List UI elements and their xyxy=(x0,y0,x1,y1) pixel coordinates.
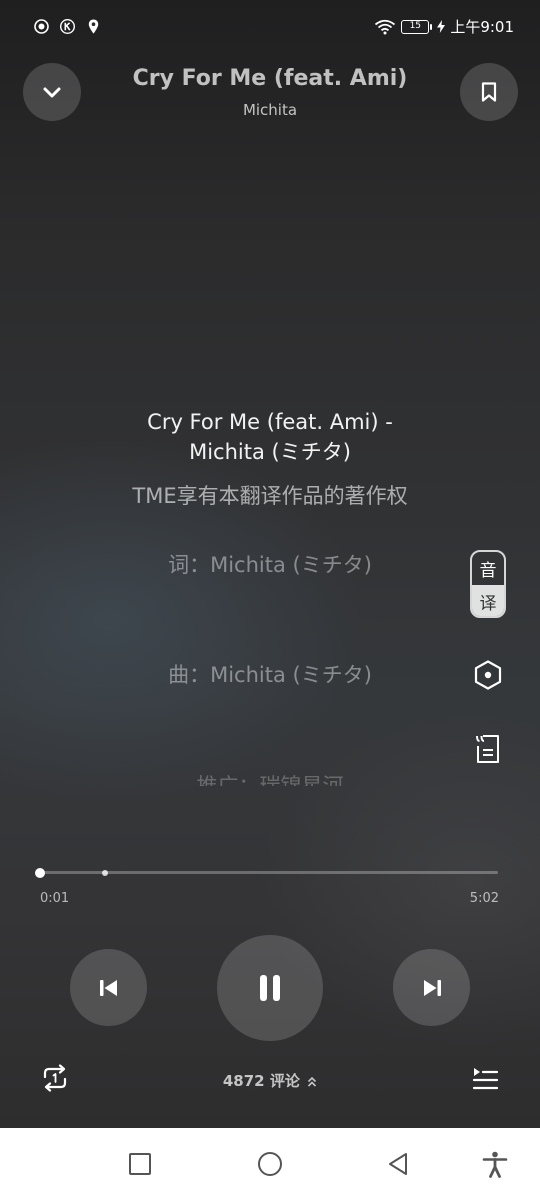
next-icon xyxy=(423,979,441,996)
lyric-copyright: TME享有本翻译作品的著作权 xyxy=(132,484,408,508)
song-title: Cry For Me (feat. Ami) xyxy=(132,66,408,91)
previous-button[interactable] xyxy=(70,949,147,1026)
lyric-current-line-1: Cry For Me (feat. Ami) - xyxy=(147,410,393,434)
back-button[interactable] xyxy=(384,1150,412,1178)
progress-knob[interactable] xyxy=(35,868,45,878)
comments-count: 4872 xyxy=(222,1072,265,1090)
accessibility-button[interactable] xyxy=(481,1150,509,1178)
bookmark-button[interactable] xyxy=(460,63,518,121)
elapsed-time: 0:01 xyxy=(40,891,70,906)
play-pause-button[interactable] xyxy=(217,935,323,1041)
status-time: 上午9:01 xyxy=(450,18,514,36)
pause-icon xyxy=(260,975,280,1001)
home-icon xyxy=(258,1152,282,1176)
wifi-icon xyxy=(375,19,396,34)
lyric-current-line-2: Michita (ミチタ) xyxy=(189,440,351,464)
lyric-poster-icon[interactable] xyxy=(474,733,502,765)
comments-label: 评论 xyxy=(269,1072,300,1090)
collapse-button[interactable] xyxy=(23,63,81,121)
total-duration: 5:02 xyxy=(469,891,499,906)
progress-bar[interactable] xyxy=(40,871,498,874)
system-nav-bar xyxy=(0,1128,540,1200)
lyric-next-partial[interactable]: 推广：瑞锦星河 xyxy=(60,770,480,786)
artist-name[interactable]: Michita xyxy=(90,101,450,119)
charging-icon xyxy=(437,20,446,33)
next-button[interactable] xyxy=(393,949,470,1026)
back-icon xyxy=(389,1153,407,1175)
status-right: 15 上午9:01 xyxy=(374,16,514,37)
lyric-lyricist[interactable]: 词：Michita (ミチタ) xyxy=(60,549,480,579)
hexagon-icon[interactable] xyxy=(472,659,504,691)
bookmark-icon xyxy=(481,82,497,102)
lyric-current-line[interactable]: Cry For Me (feat. Ami) - Michita (ミチタ) xyxy=(60,407,480,467)
home-button[interactable] xyxy=(256,1150,284,1178)
chevron-up-icon xyxy=(308,1076,317,1087)
lyric-composer[interactable]: 曲：Michita (ミチタ) xyxy=(60,659,480,689)
accessibility-icon xyxy=(482,1151,508,1178)
recent-apps-button[interactable] xyxy=(126,1150,154,1178)
recent-apps-icon xyxy=(129,1153,151,1175)
status-left xyxy=(33,18,102,35)
buffer-marker xyxy=(102,870,108,876)
previous-icon xyxy=(99,979,117,996)
toggle-original[interactable]: 音 xyxy=(472,552,504,585)
battery-icon: 15 xyxy=(401,19,433,34)
record-icon xyxy=(34,19,49,34)
toggle-translation[interactable]: 译 xyxy=(472,585,504,616)
repeat-one-icon[interactable] xyxy=(40,1064,70,1092)
translation-toggle[interactable]: 音 译 xyxy=(470,550,506,618)
chevron-down-icon xyxy=(43,87,61,98)
playlist-icon[interactable] xyxy=(471,1065,499,1093)
location-icon xyxy=(88,19,99,34)
comments-button[interactable]: 4872 评论 xyxy=(200,1070,340,1091)
k-badge-icon xyxy=(59,18,76,35)
status-bar: 15 上午9:01 xyxy=(0,0,540,56)
